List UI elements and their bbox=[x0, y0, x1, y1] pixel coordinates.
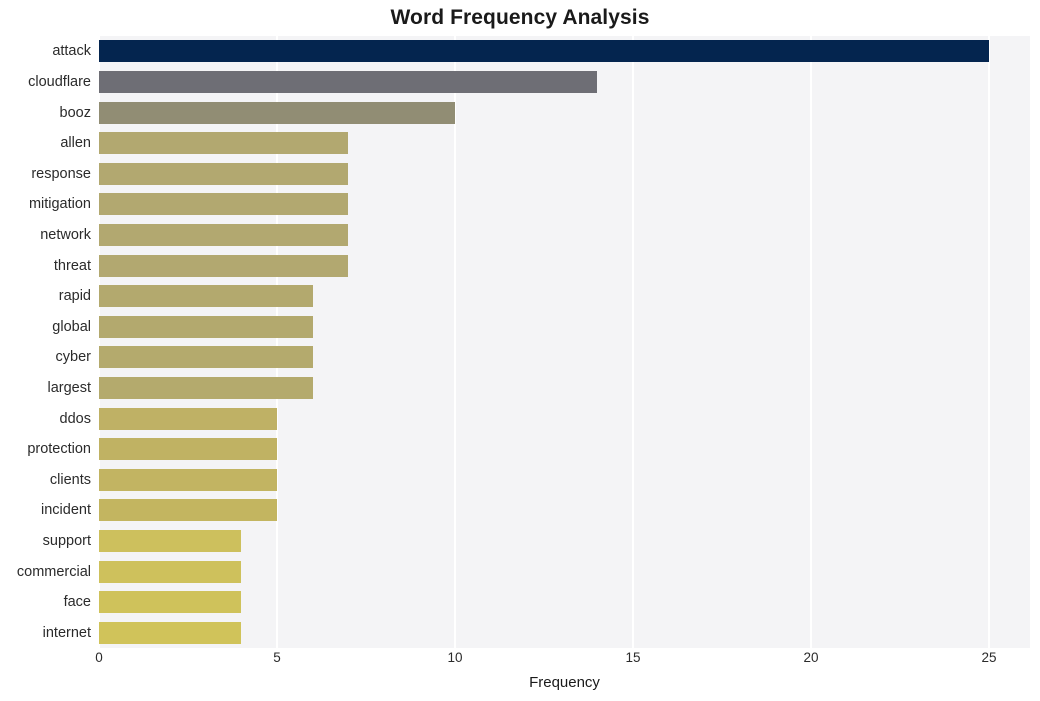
y-axis-label-commercial: commercial bbox=[16, 563, 91, 580]
chart-title: Word Frequency Analysis bbox=[390, 6, 650, 29]
y-axis-label-global: global bbox=[52, 318, 91, 335]
y-axis-label-booz: booz bbox=[59, 104, 91, 121]
y-axis-label-network: network bbox=[40, 226, 91, 243]
y-axis-label-protection: protection bbox=[27, 441, 91, 458]
x-tick-5: 5 bbox=[273, 650, 281, 665]
x-axis-label: Frequency bbox=[529, 674, 600, 691]
y-axis-label-allen: allen bbox=[60, 135, 91, 152]
y-axis-tick-labels: attack cloudflare booz allen response mitigat… bbox=[0, 36, 1040, 648]
y-axis-label-ddos: ddos bbox=[59, 410, 91, 427]
y-axis-label-incident: incident bbox=[41, 502, 91, 519]
y-axis-label-support: support bbox=[42, 532, 91, 549]
x-tick-25: 25 bbox=[981, 650, 997, 665]
word-frequency-chart: Word Frequency Analysis attack cloudflare… bbox=[0, 0, 1040, 701]
y-axis-label-internet: internet bbox=[42, 624, 91, 641]
y-axis-label-clients: clients bbox=[49, 471, 91, 488]
x-tick-20: 20 bbox=[803, 650, 819, 665]
y-axis-label-cyber: cyber bbox=[55, 349, 91, 366]
y-axis-label-rapid: rapid bbox=[58, 288, 91, 305]
x-tick-15: 15 bbox=[625, 650, 641, 665]
x-tick-0: 0 bbox=[95, 650, 103, 665]
x-axis-tick-labels: 0 5 10 15 20 25 bbox=[0, 650, 1040, 674]
y-axis-label-threat: threat bbox=[53, 257, 91, 274]
y-axis-label-largest: largest bbox=[47, 379, 91, 396]
y-axis-label-cloudflare: cloudflare bbox=[28, 73, 91, 90]
y-axis-label-face: face bbox=[63, 594, 91, 611]
y-axis-label-response: response bbox=[31, 165, 91, 182]
x-tick-10: 10 bbox=[447, 650, 463, 665]
y-axis-label-attack: attack bbox=[52, 43, 91, 60]
y-axis-label-mitigation: mitigation bbox=[28, 196, 91, 213]
